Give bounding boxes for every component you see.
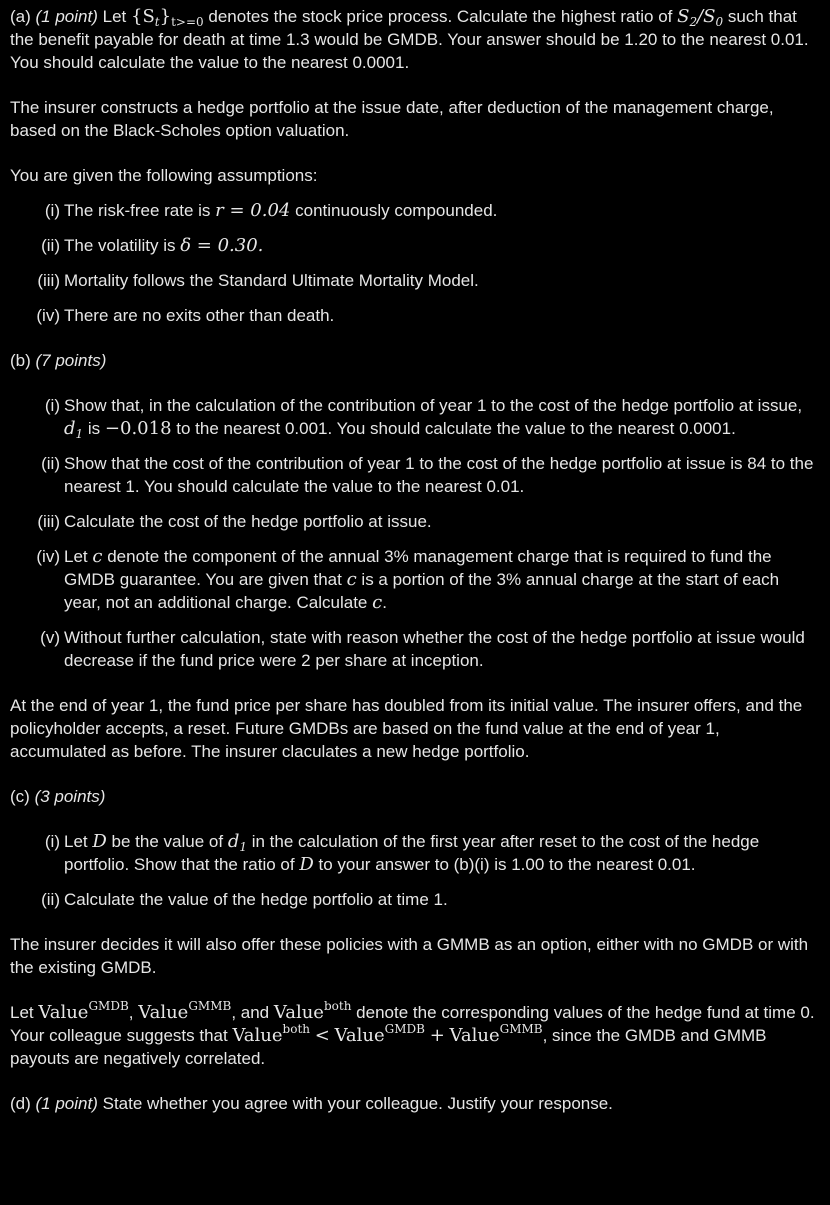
values-paragraph: Let ValueGMDB, ValueGMMB, and Valueboth … [10, 999, 815, 1068]
part-c-heading: (c) (3 points) [10, 787, 106, 806]
reset-paragraph: At the end of year 1, the fund price per… [10, 696, 803, 761]
assumption-item: (iii) Mortality follows the Standard Ult… [37, 271, 479, 290]
assumption-item: (iv) There are no exits other than death… [36, 306, 335, 325]
part-b-list: (i) Show that, in the calculation of the… [10, 394, 820, 672]
part-b-item-iii: (iii) Calculate the cost of the hedge po… [37, 512, 432, 531]
assumption-item: (ii) The volatility is δ = 0.30. [41, 235, 264, 256]
part-a-points: (1 point) [35, 7, 98, 26]
part-c-item-i: (i) Let D be the value of d1 in the calc… [44, 831, 760, 875]
part-a-text-2: denotes the stock price process. Calcula… [208, 7, 673, 26]
hedge-intro-paragraph: The insurer constructs a hedge portfolio… [10, 98, 774, 140]
part-a-paragraph: (a) (1 point) Let {St}t>=0 denotes the s… [10, 5, 820, 74]
part-b-heading: (b) (7 points) [10, 351, 107, 370]
assumptions-intro: You are given the following assumptions: [10, 166, 318, 185]
ratio-expression: S2/S0 [677, 6, 724, 29]
part-b-item-iv: (iv) Let c denote the component of the a… [36, 546, 780, 613]
part-a-text-1: Let [102, 7, 127, 26]
part-c-list: (i) Let D be the value of d1 in the calc… [10, 830, 820, 911]
process-symbol: {St}t>=0 [131, 6, 204, 29]
part-b-item-ii: (ii) Show that the cost of the contribut… [41, 454, 814, 496]
part-c-item-ii: (ii) Calculate the value of the hedge po… [41, 890, 448, 909]
part-b-item-v: (v) Without further calculation, state w… [40, 628, 805, 670]
part-b-item-i: (i) Show that, in the calculation of the… [44, 396, 803, 441]
part-d-paragraph: (d) (1 point) State whether you agree wi… [10, 1094, 613, 1113]
part-a-label: (a) [10, 7, 31, 26]
gmmb-paragraph: The insurer decides it will also offer t… [10, 935, 809, 977]
assumptions-list: (i) The risk-free rate is r = 0.04 conti… [10, 199, 820, 327]
assumption-item: (i) The risk-free rate is r = 0.04 conti… [44, 200, 498, 221]
exam-question-document: (a) (1 point) Let {St}t>=0 denotes the s… [10, 5, 820, 1137]
